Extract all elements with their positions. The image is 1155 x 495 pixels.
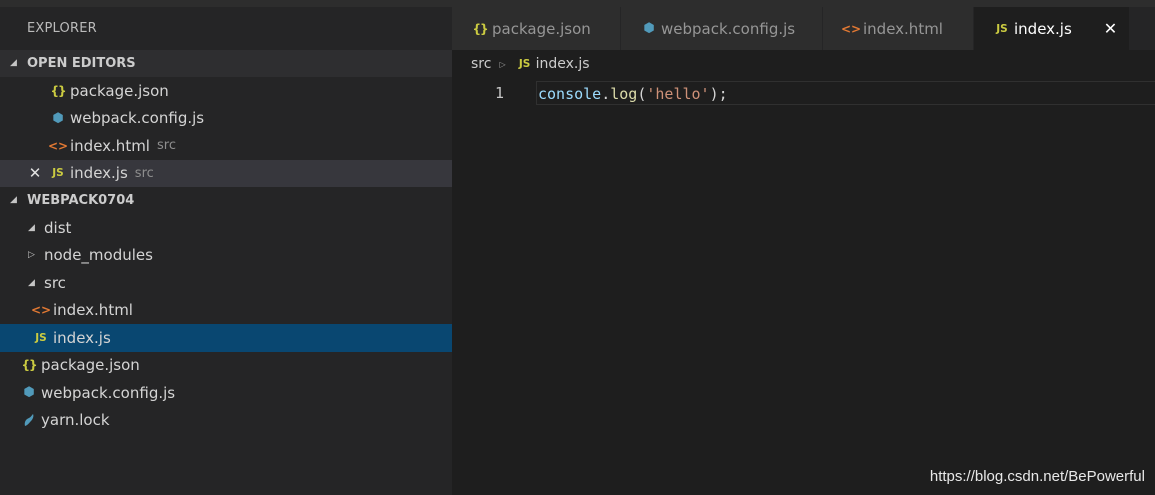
tree-item-label: yarn.lock (41, 411, 110, 430)
tree-item-label: node_modules (44, 246, 153, 265)
tab-index-js[interactable]: JS index.js ✕ (974, 7, 1131, 50)
tab-webpack-config[interactable]: ⬢ webpack.config.js (621, 7, 823, 50)
watermark-url: https://blog.csdn.net/BePowerful (929, 468, 1145, 485)
chevron-down-icon: ◢ (28, 277, 35, 288)
webpack-icon: ⬢ (643, 21, 655, 36)
tab-label: package.json (492, 19, 591, 38)
open-editor-path: src (134, 165, 154, 181)
open-editor-label: index.html (70, 136, 150, 155)
code-token-function: log (610, 85, 638, 103)
tree-item-label: package.json (41, 356, 140, 375)
code-editor[interactable]: 1 console.log('hello'); (452, 81, 1155, 105)
tree-file-yarn-lock[interactable]: yarn.lock (0, 407, 452, 435)
title-bar-strip (0, 0, 1155, 7)
js-icon: JS (996, 22, 1008, 35)
tree-folder-src[interactable]: ◢ src (0, 269, 452, 297)
tree-file-package-json[interactable]: {} package.json (0, 352, 452, 380)
tab-package-json[interactable]: {} package.json (452, 7, 621, 50)
tree-item-label: webpack.config.js (41, 383, 176, 402)
json-icon: {} (472, 21, 488, 36)
html-icon: <> (30, 303, 52, 318)
open-editors-label: OPEN EDITORS (27, 56, 136, 71)
html-icon: <> (47, 138, 69, 153)
tree-folder-dist[interactable]: ◢ dist (0, 214, 452, 242)
tree-file-index-js[interactable]: JS index.js (0, 324, 452, 352)
close-icon[interactable]: ✕ (24, 164, 46, 182)
open-editors-header[interactable]: ◢ OPEN EDITORS (0, 50, 452, 77)
tree-item-label: dist (44, 218, 72, 237)
js-icon: JS (52, 167, 64, 180)
breadcrumb-file[interactable]: index.js (536, 56, 590, 72)
chevron-right-icon: ▷ (499, 59, 506, 69)
tab-label: index.html (863, 19, 943, 38)
code-token-string: 'hello' (646, 85, 710, 103)
tree-item-label: index.html (53, 301, 133, 320)
explorer-title: EXPLORER (27, 21, 97, 36)
tree-item-label: index.js (53, 328, 111, 347)
tab-label: webpack.config.js (661, 19, 796, 38)
explorer-sidebar: EXPLORER ◢ OPEN EDITORS {} package.json … (0, 7, 452, 495)
webpack-icon: ⬢ (23, 385, 35, 401)
open-editor-webpack-config[interactable]: ⬢ webpack.config.js (0, 105, 452, 133)
chevron-right-icon: ▷ (28, 250, 35, 261)
js-icon: JS (35, 331, 47, 344)
tab-index-html[interactable]: <> index.html (823, 7, 974, 50)
code-token-close: ); (709, 85, 728, 103)
json-icon: {} (21, 358, 37, 373)
code-token-dot: . (601, 85, 611, 103)
breadcrumb-folder[interactable]: src (471, 56, 491, 72)
open-editor-index-js[interactable]: ✕ JS index.js src (0, 159, 452, 187)
tab-bar: {} package.json ⬢ webpack.config.js <> i… (452, 7, 1155, 50)
js-icon: JS (518, 58, 531, 70)
open-editor-label: package.json (70, 81, 169, 100)
open-editor-label: index.js (70, 164, 128, 183)
open-editor-path: src (156, 138, 176, 154)
yarn-icon (17, 413, 41, 427)
workspace-label: WEBPACK0704 (27, 193, 135, 208)
code-line[interactable]: console.log('hello'); (536, 81, 1155, 105)
json-icon: {} (50, 83, 66, 98)
chevron-down-icon: ◢ (28, 222, 35, 233)
open-editor-index-html[interactable]: <> index.html src (0, 132, 452, 160)
tab-label: index.js (1014, 19, 1072, 38)
line-number: 1 (494, 84, 504, 102)
breadcrumb: src ▷ JS index.js (452, 50, 1155, 78)
workspace-header[interactable]: ◢ WEBPACK0704 (0, 187, 452, 214)
webpack-icon: ⬢ (52, 110, 64, 126)
open-editor-label: webpack.config.js (70, 109, 205, 128)
chevron-down-icon: ◢ (10, 58, 17, 68)
chevron-down-icon: ◢ (10, 195, 17, 205)
code-token-object: console (538, 85, 602, 103)
html-icon: <> (840, 21, 862, 36)
open-editor-package-json[interactable]: {} package.json (0, 77, 452, 105)
tree-file-index-html[interactable]: <> index.html (0, 297, 452, 325)
editor-area: {} package.json ⬢ webpack.config.js <> i… (452, 7, 1155, 495)
close-icon[interactable]: ✕ (1104, 19, 1117, 38)
tree-item-label: src (44, 273, 66, 292)
tree-folder-node-modules[interactable]: ▷ node_modules (0, 242, 452, 270)
tree-file-webpack-config[interactable]: ⬢ webpack.config.js (0, 379, 452, 407)
